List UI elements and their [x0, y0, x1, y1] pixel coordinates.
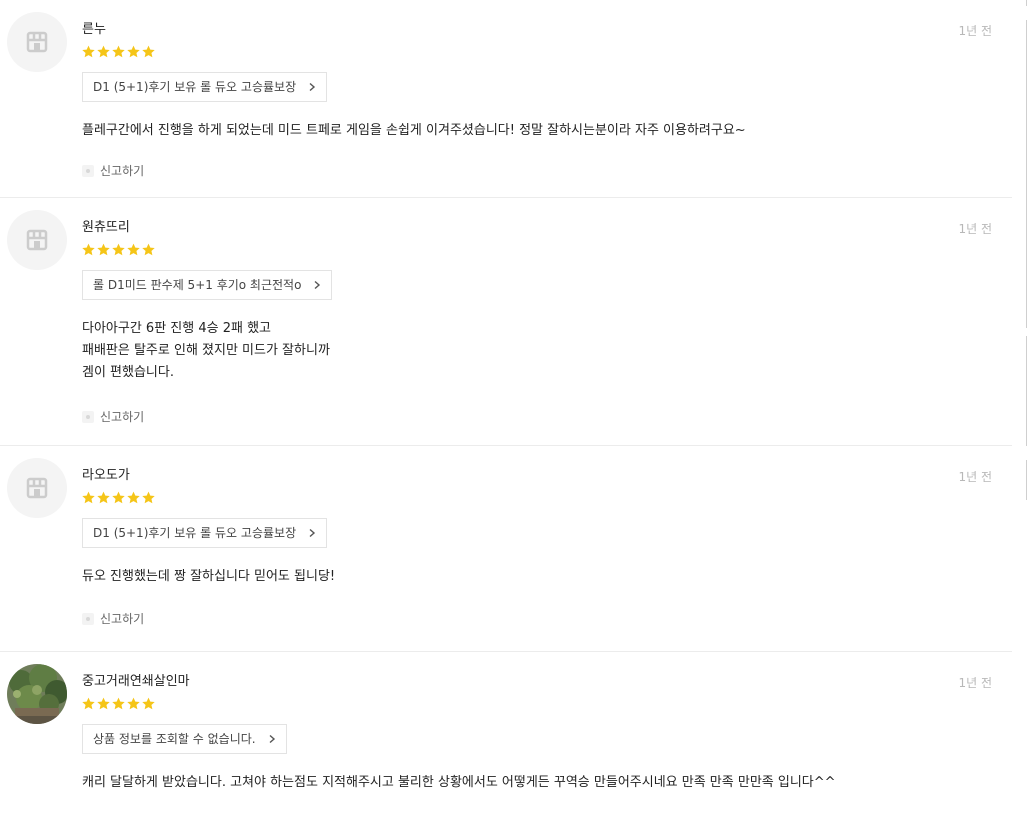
star-rating: [81, 696, 156, 711]
star-icon: [82, 491, 95, 504]
review-content: 플레구간에서 진행을 하게 되었는데 미드 트페로 게임을 손쉽게 이겨주셨습니…: [82, 123, 746, 138]
star-rating: [81, 242, 156, 257]
avatar[interactable]: [7, 458, 67, 518]
product-link[interactable]: 상품 정보를 조회할 수 없습니다.: [82, 724, 287, 754]
product-link-label: 롤 D1미드 판수제 5+1 후기o 최근전적o: [93, 278, 302, 292]
star-icon: [82, 243, 95, 256]
star-icon: [142, 243, 155, 256]
star-icon: [127, 697, 140, 710]
report-button[interactable]: 신고하기: [82, 610, 144, 627]
star-icon: [97, 491, 110, 504]
product-link[interactable]: D1 (5+1)후기 보유 롤 듀오 고승률보장: [82, 72, 328, 102]
star-rating: [81, 490, 156, 505]
reviewer-name: 른누: [82, 22, 106, 37]
star-icon: [97, 697, 110, 710]
store-icon: [26, 31, 48, 53]
reviewer-name: 라오도가: [82, 468, 130, 483]
review-time: 1년 전: [958, 470, 992, 484]
store-icon: [26, 229, 48, 251]
star-icon: [142, 491, 155, 504]
product-link[interactable]: D1 (5+1)후기 보유 롤 듀오 고승률보장: [82, 518, 328, 548]
reviewer-name: 중고거래연쇄살인마: [82, 674, 190, 689]
review-item: 중고거래연쇄살인마 1년 전 상품 정보를 조회할 수 없습니다. 캐리 달달하…: [0, 652, 1012, 819]
star-icon: [142, 697, 155, 710]
review-content: 다아아구간 6판 진행 4승 2패 했고 패배판은 탈주로 인해 졌지만 미드가…: [82, 321, 330, 380]
product-link-label: D1 (5+1)후기 보유 롤 듀오 고승률보장: [93, 526, 297, 540]
chevron-right-icon: [314, 280, 321, 290]
star-icon: [82, 45, 95, 58]
report-label: 신고하기: [100, 164, 145, 178]
review-item: 원츄뜨리 1년 전 롤 D1미드 판수제 5+1 후기o 최근전적o 다아아구간…: [0, 198, 1012, 446]
star-icon: [97, 243, 110, 256]
star-rating: [81, 44, 156, 59]
star-icon: [112, 45, 125, 58]
reviewer-name: 원츄뜨리: [82, 220, 130, 235]
star-icon: [127, 45, 140, 58]
review-time: 1년 전: [958, 222, 992, 236]
star-icon: [112, 697, 125, 710]
product-link-label: D1 (5+1)후기 보유 롤 듀오 고승률보장: [93, 80, 297, 94]
star-icon: [112, 491, 125, 504]
star-icon: [127, 243, 140, 256]
reviews-page: 른누 1년 전 D1 (5+1)후기 보유 롤 듀오 고승률보장 플레구간에서 …: [0, 0, 1028, 819]
report-icon: [82, 612, 94, 625]
star-icon: [127, 491, 140, 504]
avatar[interactable]: [7, 210, 67, 270]
report-label: 신고하기: [100, 410, 145, 424]
chevron-right-icon: [309, 82, 316, 92]
review-content: 듀오 진행했는데 짱 잘하십니다 믿어도 됩니당!: [82, 569, 336, 584]
review-item: 라오도가 1년 전 D1 (5+1)후기 보유 롤 듀오 고승률보장 듀오 진행…: [0, 446, 1012, 652]
star-icon: [142, 45, 155, 58]
report-icon: [82, 410, 94, 423]
report-label: 신고하기: [100, 612, 145, 626]
review-time: 1년 전: [958, 676, 992, 690]
star-icon: [112, 243, 125, 256]
chevron-right-icon: [309, 528, 316, 538]
review-content: 캐리 달달하게 받았습니다. 고쳐야 하는점도 지적해주시고 불리한 상황에서도…: [82, 775, 836, 790]
star-icon: [82, 697, 95, 710]
review-list: 른누 1년 전 D1 (5+1)후기 보유 롤 듀오 고승률보장 플레구간에서 …: [0, 0, 1012, 819]
store-icon: [26, 477, 48, 499]
review-item: 른누 1년 전 D1 (5+1)후기 보유 롤 듀오 고승률보장 플레구간에서 …: [0, 0, 1012, 198]
product-link-label: 상품 정보를 조회할 수 없습니다.: [93, 732, 256, 746]
plant-photo-avatar: [7, 664, 67, 724]
review-time: 1년 전: [958, 24, 992, 38]
product-link[interactable]: 롤 D1미드 판수제 5+1 후기o 최근전적o: [82, 270, 333, 300]
report-icon: [82, 164, 94, 177]
report-button[interactable]: 신고하기: [82, 162, 144, 179]
chevron-right-icon: [269, 734, 275, 744]
avatar[interactable]: [7, 664, 67, 724]
avatar[interactable]: [7, 12, 67, 72]
report-button[interactable]: 신고하기: [82, 408, 144, 425]
star-icon: [97, 45, 110, 58]
